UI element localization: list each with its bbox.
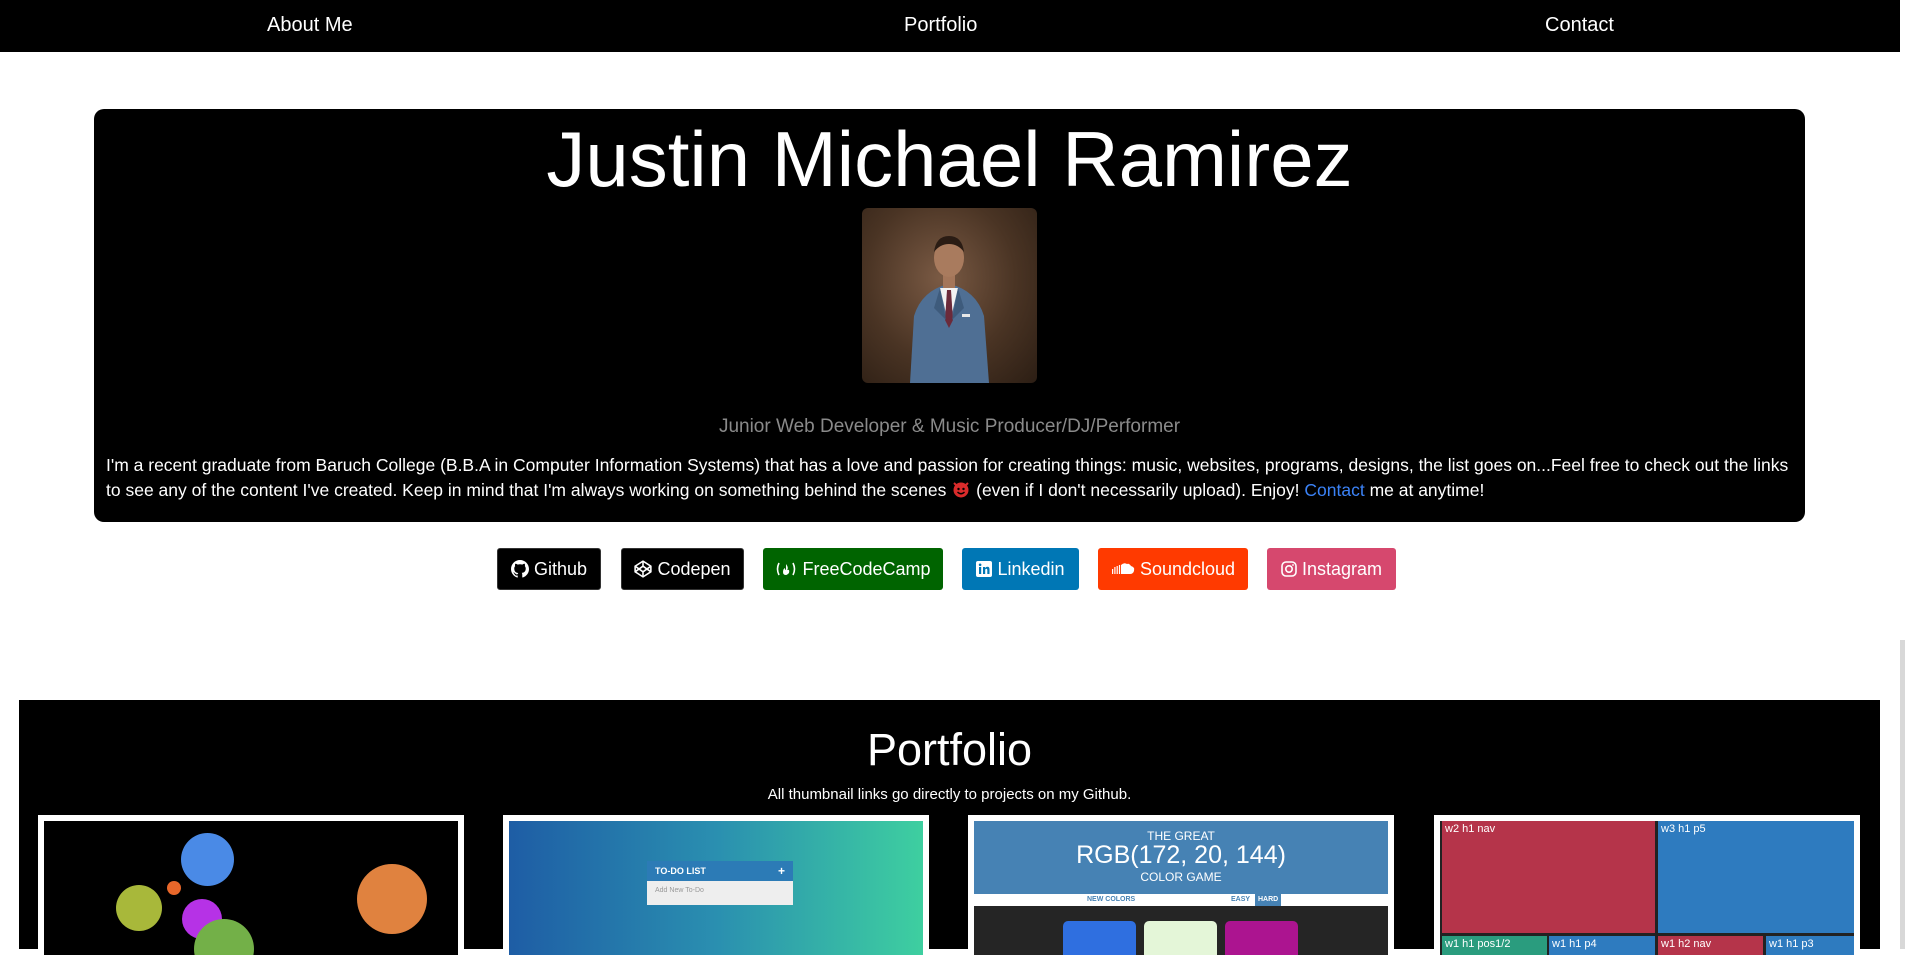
github-icon	[510, 560, 529, 578]
social-links: Github Codepen FreeCodeCamp Linkedin Sou…	[0, 548, 1900, 590]
portfolio-note: All thumbnail links go directly to proje…	[767, 786, 1132, 803]
page-scrollbar[interactable]	[1900, 0, 1905, 949]
portfolio-title: Portfolio	[866, 724, 1033, 775]
linkedin-icon	[976, 561, 993, 577]
bio-text-part1: I'm a recent graduate from Baruch Colleg…	[106, 455, 1789, 500]
circle-shape	[116, 885, 162, 931]
color-square	[1225, 921, 1298, 955]
nav-contact[interactable]: Contact	[1545, 14, 1614, 37]
todo-preview: TO-DO LIST + Add New To-Do	[647, 861, 793, 905]
instagram-label: Instagram	[1301, 558, 1383, 579]
nav-about-me[interactable]: About Me	[267, 14, 353, 37]
grid-cell: w1 h1 p3	[1766, 936, 1854, 955]
soundcloud-label: Soundcloud	[1139, 558, 1236, 579]
about-section: Justin Michael Ramirez Junior Web Develo…	[94, 109, 1805, 522]
freecodecamp-label: FreeCodeCamp	[802, 558, 931, 579]
linkedin-label: Linkedin	[997, 558, 1065, 579]
devil-emoji-icon	[951, 479, 971, 506]
hard-label: HARD	[1255, 894, 1282, 906]
grid-cell: w1 h1 pos1/2	[1442, 936, 1547, 955]
color-game-rgb: RGB(172, 20, 144)	[1076, 841, 1286, 869]
github-label: Github	[533, 558, 588, 579]
grid-cell: w1 h1 p4	[1549, 936, 1655, 955]
instagram-button[interactable]: Instagram	[1267, 548, 1396, 590]
circle-shape	[357, 864, 427, 934]
grid-cell: w1 h2 nav	[1658, 936, 1763, 955]
soundcloud-icon	[1111, 562, 1135, 576]
scrollbar-thumb[interactable]	[1900, 0, 1905, 640]
portfolio-section: Portfolio All thumbnail links go directl…	[19, 700, 1880, 955]
nav-portfolio[interactable]: Portfolio	[904, 14, 977, 37]
bio-paragraph: I'm a recent graduate from Baruch Colleg…	[106, 453, 1793, 506]
color-game-line3: COLOR GAME	[1140, 870, 1222, 884]
codepen-button[interactable]: Codepen	[621, 548, 744, 590]
top-navbar: About Me Portfolio Contact	[0, 0, 1900, 52]
circle-shape	[167, 881, 181, 895]
easy-label: EASY	[1231, 896, 1251, 903]
plus-icon: +	[777, 864, 785, 878]
project-thumbnail-todo[interactable]: TO-DO LIST + Add New To-Do	[503, 815, 929, 955]
codepen-label: Codepen	[657, 558, 731, 579]
new-colors-label: NEW COLORS	[1087, 896, 1136, 903]
avatar	[862, 208, 1037, 383]
bio-text-part3: me at anytime!	[1369, 480, 1485, 500]
grid-cell: w3 h1 p5	[1658, 821, 1854, 933]
color-square	[1063, 921, 1136, 955]
github-button[interactable]: Github	[497, 548, 601, 590]
todo-header-text: TO-DO LIST	[655, 866, 706, 876]
project-thumbnail-grid[interactable]: w2 h1 nav w3 h1 p5 w1 h1 pos1/2 w1 h1 p4…	[1434, 815, 1860, 955]
bio-text-part2: (even if I don't necessarily upload). En…	[976, 480, 1300, 500]
hero-subtitle: Junior Web Developer & Music Producer/DJ…	[718, 416, 1181, 437]
page-title: Justin Michael Ramirez	[546, 115, 1353, 203]
freecodecamp-button[interactable]: FreeCodeCamp	[763, 548, 943, 590]
color-square	[1144, 921, 1217, 955]
circle-shape	[181, 833, 234, 886]
project-thumbnail-circles[interactable]	[38, 815, 464, 955]
project-thumbnail-color-game[interactable]: THE GREAT RGB(172, 20, 144) COLOR GAME N…	[968, 815, 1394, 955]
todo-header: TO-DO LIST +	[647, 861, 793, 881]
color-game-controls: NEW COLORS EASY HARD	[974, 894, 1388, 906]
color-game-header: THE GREAT RGB(172, 20, 144) COLOR GAME	[974, 821, 1388, 894]
freecodecamp-icon	[775, 560, 797, 578]
soundcloud-button[interactable]: Soundcloud	[1098, 548, 1248, 590]
instagram-icon	[1281, 561, 1297, 577]
codepen-icon	[634, 560, 653, 578]
contact-link[interactable]: Contact	[1304, 480, 1364, 500]
linkedin-button[interactable]: Linkedin	[962, 548, 1079, 590]
todo-input-preview: Add New To-Do	[655, 887, 704, 894]
grid-cell: w2 h1 nav	[1442, 821, 1655, 933]
